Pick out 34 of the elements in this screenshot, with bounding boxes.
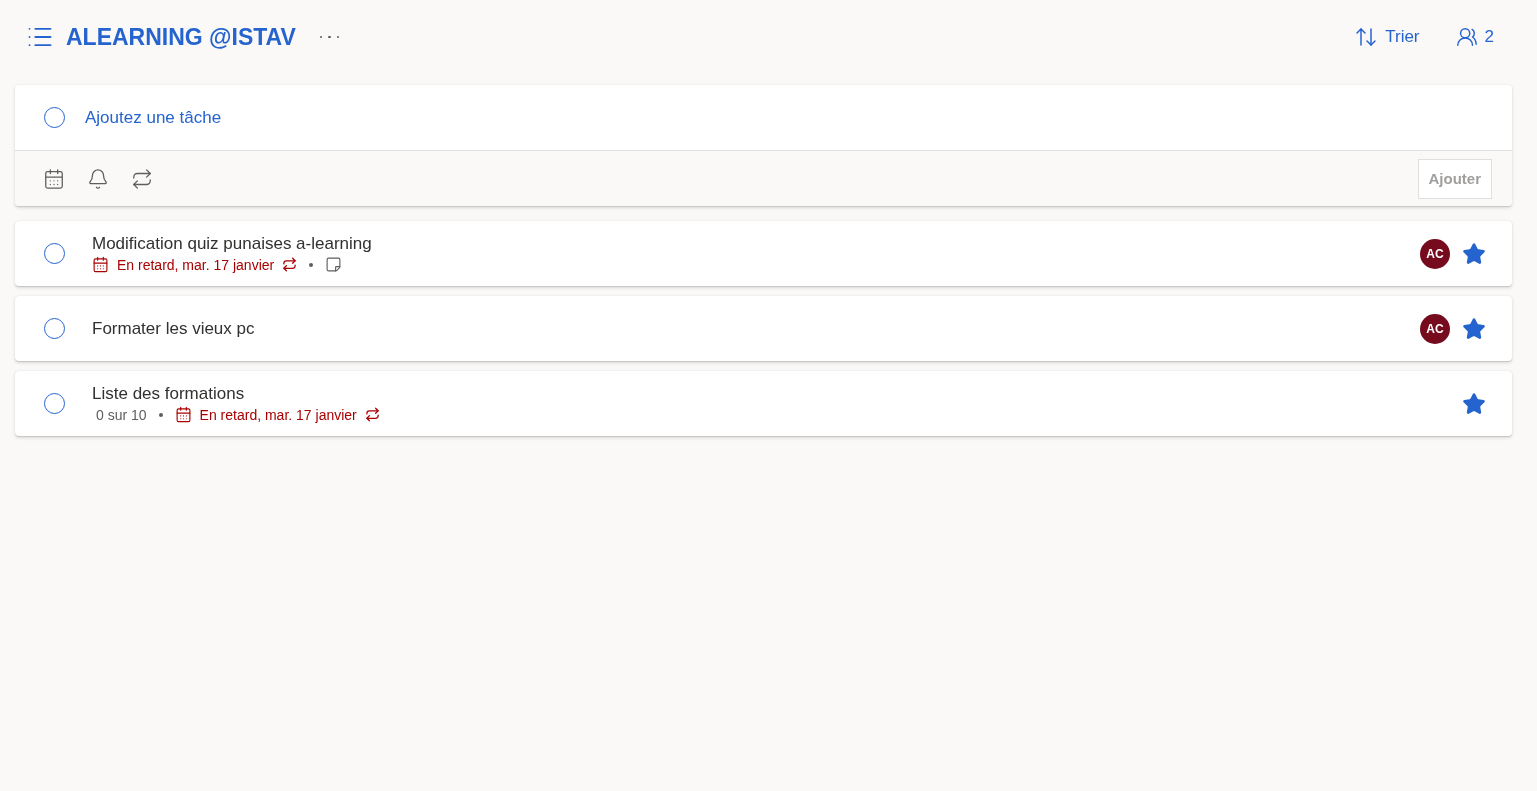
star-icon[interactable] xyxy=(1462,316,1486,341)
sort-arrows-icon xyxy=(1354,25,1379,49)
repeat-button[interactable] xyxy=(131,167,153,190)
reminder-button[interactable] xyxy=(87,167,109,190)
due-date-button[interactable] xyxy=(43,167,65,190)
members-count: 2 xyxy=(1484,27,1494,47)
calendar-icon xyxy=(92,256,109,273)
task-title: Formater les vieux pc xyxy=(92,318,255,339)
sort-label: Trier xyxy=(1385,27,1420,47)
due-date-text: En retard, mar. 17 janvier xyxy=(117,256,275,273)
separator-dot-icon xyxy=(309,262,314,267)
star-icon[interactable] xyxy=(1462,391,1486,416)
add-task-field[interactable]: Ajoutez une tâche xyxy=(85,97,1512,138)
task-card[interactable]: Modification quiz punaises a-learning En retard, mar. 17 janvier AC xyxy=(15,221,1512,286)
subtask-progress-text: 0 sur 10 xyxy=(96,406,147,423)
task-title: Liste des formations xyxy=(92,384,245,404)
repeat-icon xyxy=(131,167,153,190)
task-card[interactable]: Formater les vieux pc AC xyxy=(15,296,1512,361)
bell-icon xyxy=(87,167,109,190)
calendar-icon xyxy=(43,167,65,190)
task-card[interactable]: Liste des formations 0 sur 10 En retard, mar. 17 janvier xyxy=(15,371,1512,436)
note-icon xyxy=(325,256,343,273)
due-date-text: En retard, mar. 17 janvier xyxy=(199,406,357,423)
assignee-avatar: AC xyxy=(1420,313,1450,344)
people-icon xyxy=(1455,26,1478,48)
separator-dot-icon xyxy=(158,412,163,417)
task-title: Modification quiz punaises a-learning xyxy=(92,234,372,254)
sort-button[interactable]: Trier xyxy=(1352,21,1422,53)
members-button[interactable]: 2 xyxy=(1453,22,1496,52)
calendar-icon xyxy=(174,406,192,423)
add-task-bar[interactable]: Ajoutez une tâche xyxy=(15,85,1512,151)
assignee-avatar: AC xyxy=(1420,238,1450,269)
list-title: ALEARNING @ISTAV xyxy=(66,23,296,51)
star-icon[interactable] xyxy=(1462,241,1486,266)
